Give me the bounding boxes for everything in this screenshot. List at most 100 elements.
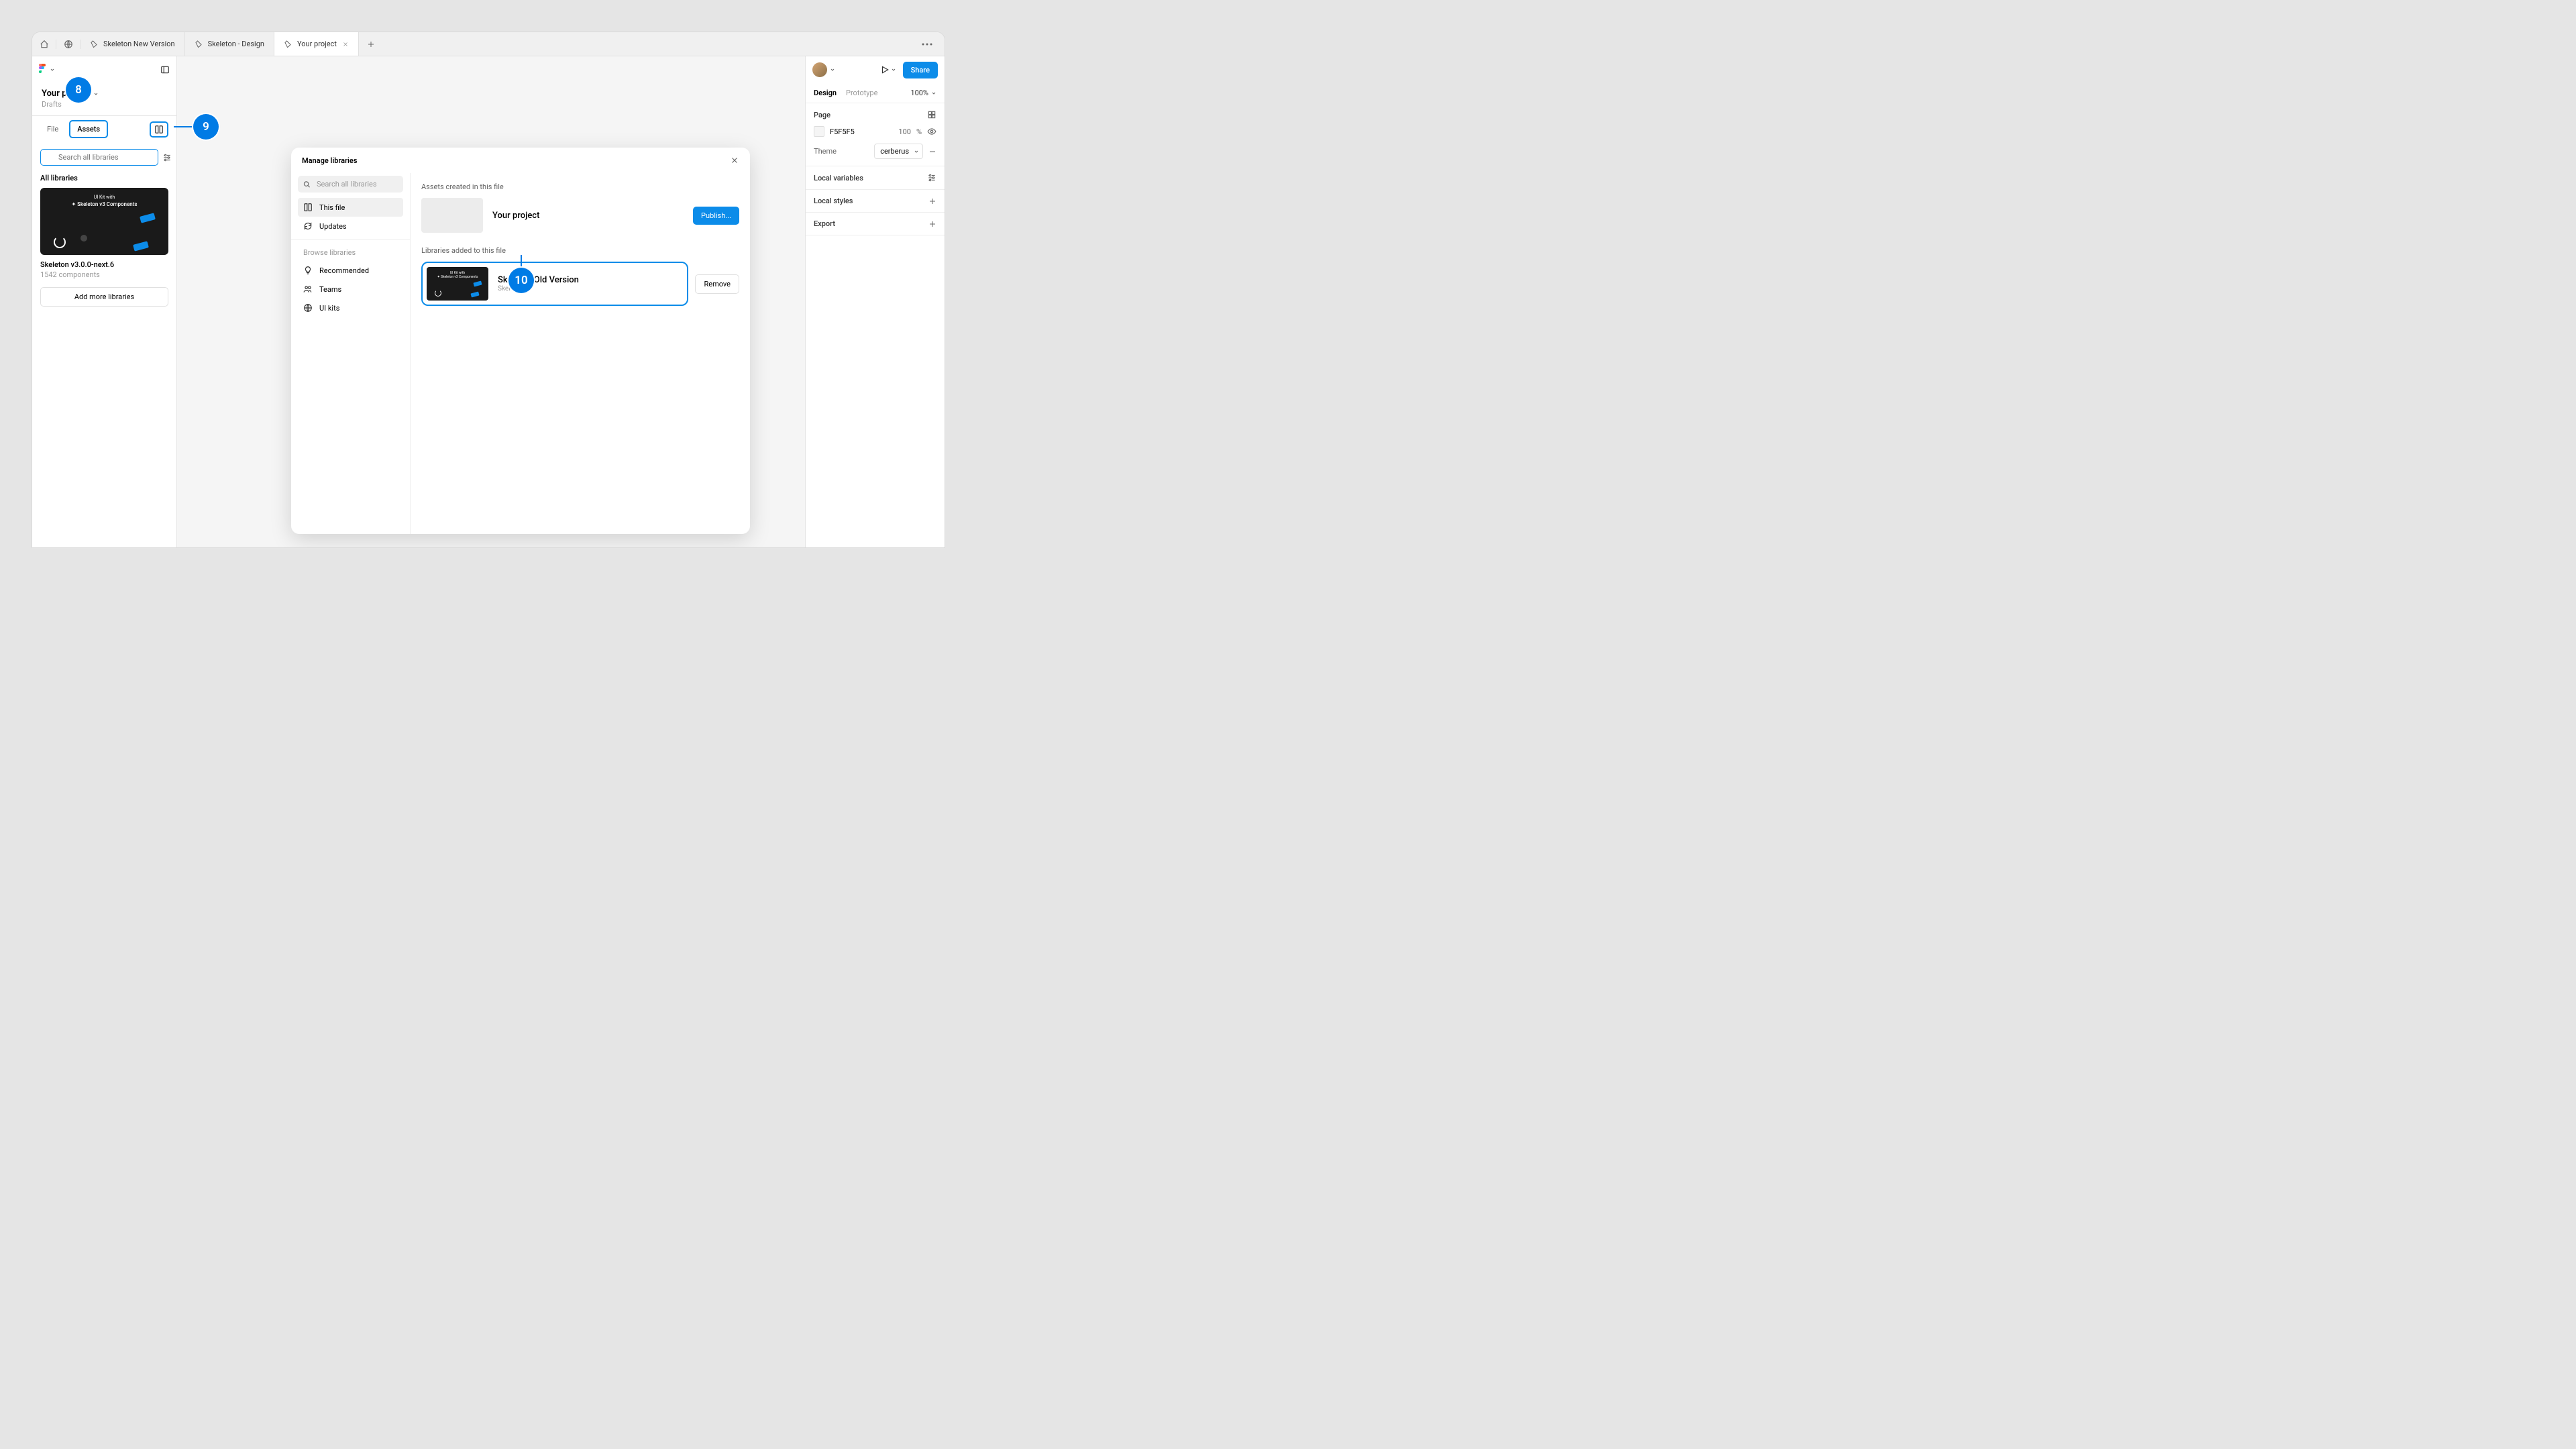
- main-area: Your project Drafts File Assets: [32, 56, 945, 547]
- modal-search[interactable]: Search all libraries: [298, 176, 403, 193]
- chevron-down-icon: [891, 67, 896, 72]
- nav-updates[interactable]: Updates: [298, 217, 403, 235]
- globe-icon: [303, 303, 313, 313]
- libraries-added-label: Libraries added to this file: [421, 246, 739, 255]
- tab-your-project[interactable]: Your project: [274, 32, 359, 56]
- theme-select[interactable]: cerberus: [874, 144, 923, 159]
- remove-button[interactable]: Remove: [695, 274, 739, 294]
- asset-row: Your project Publish...: [421, 198, 739, 233]
- chevron-down-icon: [830, 67, 835, 72]
- tab-bar: Skeleton New Version Skeleton - Design Y…: [32, 32, 945, 56]
- right-panel-header: Share: [806, 56, 945, 83]
- local-variables-label: Local variables: [814, 174, 863, 182]
- search-icon: [303, 180, 311, 188]
- play-button[interactable]: [877, 62, 899, 77]
- zoom-control[interactable]: 100%: [910, 89, 936, 97]
- modal-content: Assets created in this file Your project…: [411, 173, 750, 534]
- nav-ui-kits[interactable]: UI kits: [298, 299, 403, 317]
- plus-icon[interactable]: [928, 220, 936, 228]
- right-tabs: Design Prototype 100%: [806, 83, 945, 103]
- close-icon[interactable]: [730, 156, 739, 165]
- page-section: Page F5F5F5 100 % Theme: [806, 103, 945, 166]
- tab-label: Skeleton New Version: [103, 40, 175, 48]
- color-swatch: [814, 126, 824, 137]
- close-icon[interactable]: [342, 41, 349, 48]
- filter-icon[interactable]: [162, 153, 172, 162]
- tab-assets[interactable]: Assets: [69, 120, 108, 138]
- library-row[interactable]: UI Kit with ✦ Skeleton v3 Components Ske…: [421, 262, 688, 306]
- modal-sidebar: Search all libraries This file Updates B…: [291, 173, 411, 534]
- export-label: Export: [814, 219, 835, 228]
- lightbulb-icon: [303, 266, 313, 275]
- annotation-badge-9: 9: [193, 114, 219, 140]
- left-panel: Your project Drafts File Assets: [32, 56, 177, 547]
- add-more-libraries-button[interactable]: Add more libraries: [40, 287, 168, 307]
- local-styles-section: Local styles: [806, 190, 945, 213]
- chevron-down-icon: [914, 149, 919, 154]
- browse-header: Browse libraries: [298, 244, 403, 261]
- chevron-down-icon: [93, 91, 99, 97]
- avatar: [812, 62, 827, 77]
- local-variables-section: Local variables: [806, 166, 945, 190]
- local-styles-label: Local styles: [814, 197, 853, 205]
- settings-icon[interactable]: [927, 173, 936, 182]
- nav-this-file[interactable]: This file: [298, 198, 403, 217]
- annotation-connector: [521, 255, 522, 268]
- color-pct: 100: [898, 127, 911, 136]
- nav-teams[interactable]: Teams: [298, 280, 403, 299]
- book-icon: [303, 203, 313, 212]
- export-section: Export: [806, 213, 945, 235]
- modal-body: Search all libraries This file Updates B…: [291, 173, 750, 534]
- tab-bar-right: [915, 32, 945, 56]
- avatar-menu[interactable]: [812, 62, 835, 77]
- annotation-badge-8: 8: [66, 77, 91, 103]
- assets-created-label: Assets created in this file: [421, 182, 739, 191]
- tab-bar-left: [32, 32, 80, 56]
- remove-theme-icon[interactable]: [928, 148, 936, 156]
- tab-file[interactable]: File: [40, 121, 65, 137]
- library-icon[interactable]: [150, 121, 168, 138]
- libraries-scroll: All libraries UI Kit with ✦ Skeleton v3 …: [32, 142, 176, 313]
- search-input[interactable]: [40, 149, 158, 166]
- more-icon[interactable]: [915, 39, 939, 50]
- library-components-count: 1542 components: [40, 270, 168, 279]
- chevron-down-icon: [931, 91, 936, 96]
- panel-toggle-icon[interactable]: [160, 65, 170, 74]
- visibility-icon[interactable]: [927, 127, 936, 136]
- manage-libraries-modal: Manage libraries Search all libraries: [291, 148, 750, 534]
- nav-recommended[interactable]: Recommended: [298, 261, 403, 280]
- globe-icon[interactable]: [56, 40, 80, 49]
- library-thumbnail: UI Kit with ✦ Skeleton v3 Components: [427, 267, 488, 301]
- tab-skeleton-design[interactable]: Skeleton - Design: [185, 32, 274, 56]
- share-button[interactable]: Share: [903, 62, 938, 78]
- tab-label: Your project: [297, 40, 337, 48]
- app-window: Skeleton New Version Skeleton - Design Y…: [32, 32, 945, 547]
- chevron-down-icon: [50, 67, 55, 72]
- tab-prototype[interactable]: Prototype: [846, 89, 877, 97]
- modal-title: Manage libraries: [302, 156, 357, 165]
- left-panel-header: [32, 56, 176, 83]
- theme-label: Theme: [814, 147, 837, 156]
- annotation-badge-10: 10: [508, 268, 534, 293]
- library-card-caption: UI Kit with ✦ Skeleton v3 Components: [40, 195, 168, 207]
- project-row[interactable]: Your project: [32, 83, 176, 100]
- people-icon: [303, 284, 313, 294]
- color-row[interactable]: F5F5F5 100 %: [814, 126, 936, 137]
- tab-skeleton-new[interactable]: Skeleton New Version: [80, 32, 185, 56]
- library-card[interactable]: UI Kit with ✦ Skeleton v3 Components: [40, 188, 168, 255]
- tab-label: Skeleton - Design: [208, 40, 264, 48]
- home-icon[interactable]: [32, 40, 56, 49]
- color-unit: %: [916, 127, 922, 136]
- page-label: Page: [814, 111, 830, 119]
- right-panel: Share Design Prototype 100% Page: [805, 56, 945, 547]
- style-icon[interactable]: [927, 110, 936, 119]
- library-row-wrapper: UI Kit with ✦ Skeleton v3 Components Ske…: [421, 262, 739, 306]
- tab-design[interactable]: Design: [814, 89, 837, 97]
- asset-title: Your project: [492, 211, 684, 221]
- library-name: Skeleton v3.0.0-next.6: [40, 260, 168, 269]
- plus-icon[interactable]: [928, 197, 936, 205]
- publish-button[interactable]: Publish...: [693, 207, 739, 225]
- figma-menu[interactable]: [39, 64, 55, 76]
- project-sublabel: Drafts: [32, 100, 176, 115]
- add-tab-button[interactable]: [359, 32, 383, 56]
